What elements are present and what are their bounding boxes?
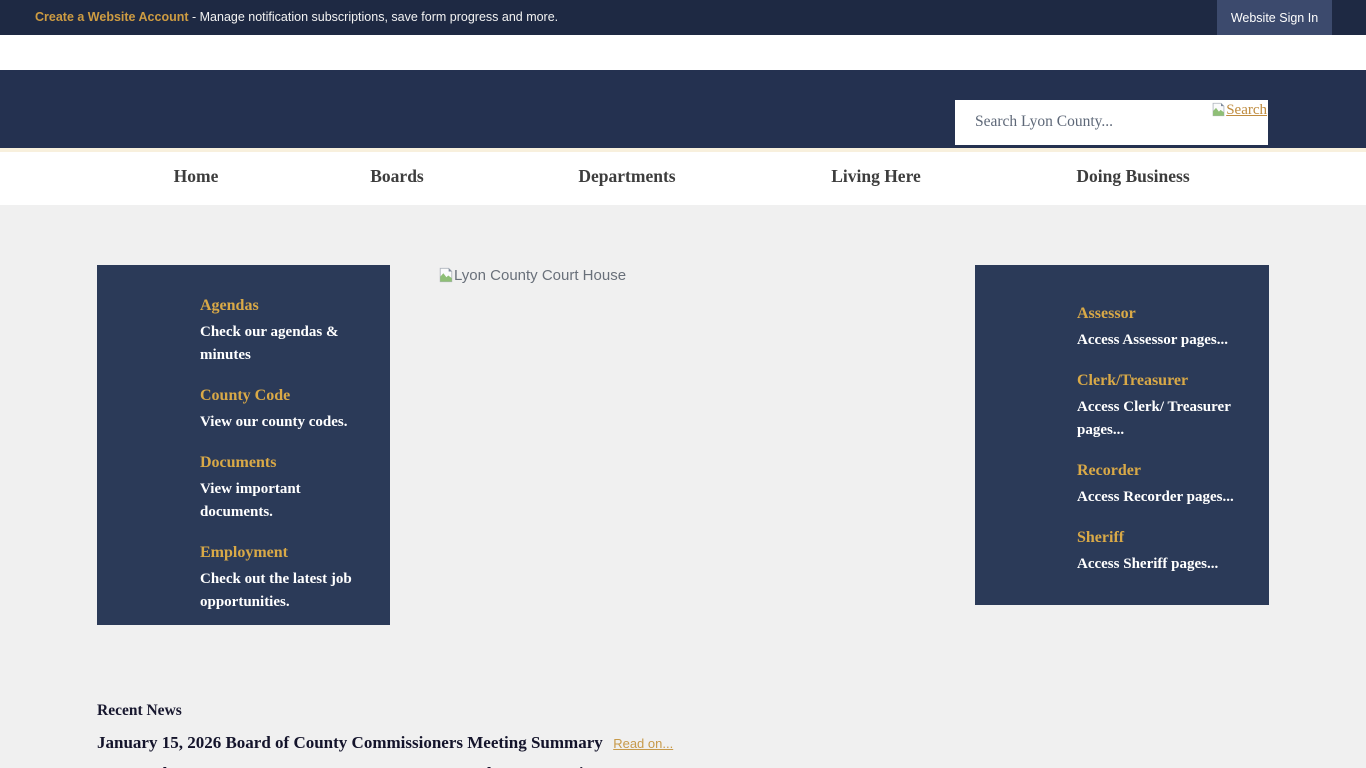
nav-item-living-here[interactable]: Living Here: [831, 166, 921, 187]
recent-news-heading: Recent News: [97, 702, 1197, 720]
quick-links-panel-right: Assessor Access Assessor pages... Clerk/…: [975, 265, 1269, 605]
main-content: Agendas Check our agendas & minutes Coun…: [0, 205, 1366, 768]
search-input[interactable]: [975, 110, 1165, 134]
site-search: Search: [955, 100, 1268, 145]
site-header: Click to Home: [0, 70, 1366, 148]
website-sign-in-button[interactable]: Website Sign In: [1217, 0, 1332, 35]
account-promo-text: - Manage notification subscriptions, sav…: [192, 10, 558, 24]
quick-link-desc: View important documents.: [200, 478, 356, 524]
search-button[interactable]: Search: [1211, 102, 1267, 122]
read-on-link[interactable]: Read on...: [613, 736, 673, 751]
search-button-alt-text: Search: [1226, 102, 1267, 119]
recent-news-section: Recent News January 15, 2026 Board of Co…: [97, 702, 1197, 768]
list-item: Employment Check out the latest job oppo…: [200, 542, 356, 614]
quick-link-employment[interactable]: Employment: [200, 542, 288, 564]
quick-link-desc: Access Clerk/ Treasurer pages...: [1077, 396, 1241, 442]
list-item: Assessor Access Assessor pages...: [1077, 303, 1241, 352]
broken-image-icon: [1211, 102, 1226, 122]
broken-image-icon: [438, 267, 454, 288]
quick-link-desc: Access Sheriff pages...: [1077, 553, 1241, 576]
news-item: "Be Ready, Get Set & Go Now!" Emergency …: [97, 764, 1197, 768]
top-utility-bar: Create a Website Account - Manage notifi…: [0, 0, 1366, 35]
quick-link-county-code[interactable]: County Code: [200, 385, 290, 407]
create-account-link[interactable]: Create a Website Account: [35, 10, 189, 24]
main-navigation: Home Boards Departments Living Here Doin…: [0, 148, 1366, 205]
header-spacer: [0, 35, 1366, 70]
quick-link-desc: View our county codes.: [200, 411, 356, 434]
nav-item-doing-business[interactable]: Doing Business: [1076, 166, 1189, 187]
quick-link-desc: Check our agendas & minutes: [200, 321, 356, 367]
nav-item-departments[interactable]: Departments: [578, 166, 675, 187]
quick-link-desc: Access Assessor pages...: [1077, 329, 1241, 352]
account-promo: Create a Website Account - Manage notifi…: [35, 0, 558, 35]
quick-links-panel-left: Agendas Check our agendas & minutes Coun…: [97, 265, 390, 625]
hero-image-alt-text: Lyon County Court House: [454, 267, 626, 285]
list-item: Documents View important documents.: [200, 452, 356, 524]
list-item: Recorder Access Recorder pages...: [1077, 460, 1241, 509]
quick-link-desc: Check out the latest job opportunities.: [200, 568, 356, 614]
news-item-title: "Be Ready, Get Set & Go Now!" Emergency …: [97, 764, 602, 768]
news-item: January 15, 2026 Board of County Commiss…: [97, 733, 1197, 753]
nav-item-boards[interactable]: Boards: [370, 166, 423, 187]
nav-item-home[interactable]: Home: [174, 166, 219, 187]
list-item: Sheriff Access Sheriff pages...: [1077, 527, 1241, 576]
quick-link-sheriff[interactable]: Sheriff: [1077, 527, 1124, 549]
quick-link-recorder[interactable]: Recorder: [1077, 460, 1141, 482]
quick-link-assessor[interactable]: Assessor: [1077, 303, 1136, 325]
hero-image: Lyon County Court House: [438, 267, 626, 288]
quick-link-clerk-treasurer[interactable]: Clerk/Treasurer: [1077, 370, 1188, 392]
list-item: Clerk/Treasurer Access Clerk/ Treasurer …: [1077, 370, 1241, 442]
list-item: Agendas Check our agendas & minutes: [200, 295, 356, 367]
quick-link-desc: Access Recorder pages...: [1077, 486, 1241, 509]
quick-link-agendas[interactable]: Agendas: [200, 295, 259, 317]
quick-link-documents[interactable]: Documents: [200, 452, 276, 474]
news-item-title: January 15, 2026 Board of County Commiss…: [97, 733, 603, 752]
list-item: County Code View our county codes.: [200, 385, 356, 434]
